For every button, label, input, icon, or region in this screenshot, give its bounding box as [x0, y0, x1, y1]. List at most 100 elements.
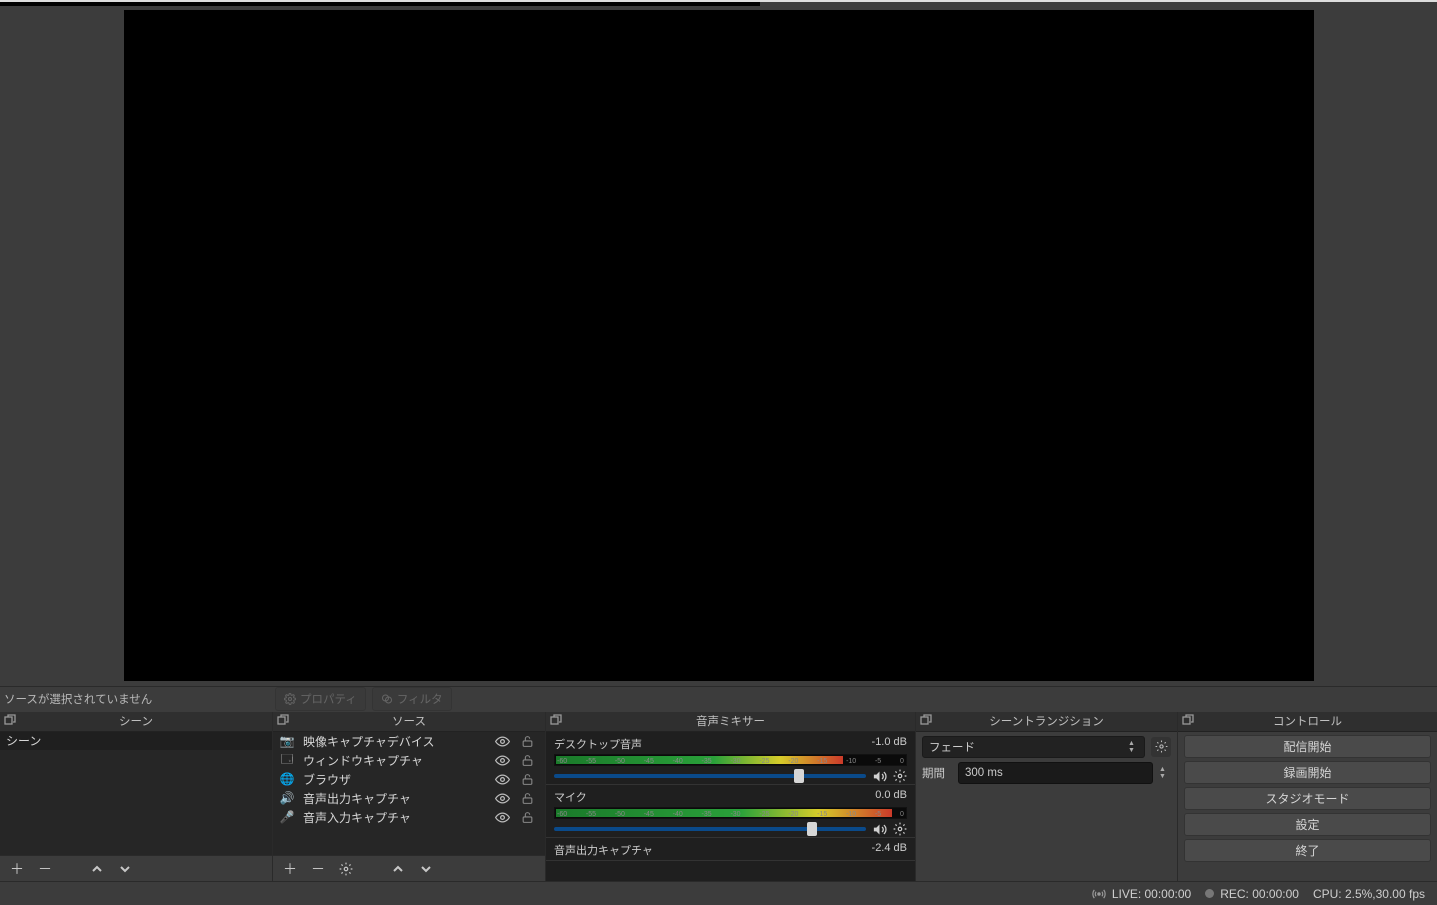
mixer-volume-slider[interactable]: [554, 774, 866, 778]
transitions-header[interactable]: シーントランジション: [916, 712, 1177, 732]
scenes-dock: シーン シーン ＋ －: [0, 712, 273, 881]
lock-toggle[interactable]: [521, 735, 539, 748]
mixer-volume-slider[interactable]: [554, 827, 866, 831]
gear-icon: [284, 693, 296, 705]
source-label: ブラウザ: [303, 771, 487, 788]
controls-header[interactable]: コントロール: [1178, 712, 1437, 732]
status-rec-text: REC: 00:00:00: [1220, 887, 1299, 901]
controls-dock: コントロール 配信開始録画開始スタジオモード設定終了: [1178, 712, 1437, 881]
transition-select[interactable]: フェード ▲▼: [922, 736, 1145, 758]
source-row[interactable]: 🔊 音声出力キャプチャ: [273, 789, 545, 808]
camera-icon: 📷: [279, 734, 295, 748]
scenes-list[interactable]: シーン: [0, 732, 272, 855]
popout-icon[interactable]: [277, 714, 291, 728]
control-button[interactable]: 終了: [1184, 839, 1431, 862]
status-cpu-text: CPU: 2.5%,30.00 fps: [1313, 887, 1425, 901]
status-cpu: CPU: 2.5%,30.00 fps: [1313, 887, 1425, 901]
visibility-toggle[interactable]: [495, 772, 513, 787]
transitions-body: フェード ▲▼ 期間 300 ms ▲▼: [916, 732, 1177, 881]
control-button[interactable]: スタジオモード: [1184, 787, 1431, 810]
source-down-button[interactable]: [417, 860, 435, 878]
properties-button[interactable]: プロパティ: [275, 687, 366, 711]
source-row[interactable]: 🌐 ブラウザ: [273, 770, 545, 789]
mixer-title: 音声ミキサー: [696, 713, 765, 729]
scenes-title: シーン: [119, 713, 153, 729]
mixer-channel: デスクトップ音声 -1.0 dB -60-55-50-45-40-35-30-25-…: [546, 732, 915, 785]
popout-icon[interactable]: [1182, 714, 1196, 728]
sources-dock: ソース 📷 映像キャプチャデバイス 🗔 ウィンドウキャプチャ 🌐 ブラウザ 🔊 …: [273, 712, 546, 881]
mixer-meter: -60-55-50-45-40-35-30-25-20-15-10-50: [554, 754, 907, 766]
mixer-channel-name: 音声出力キャプチャ: [554, 842, 653, 858]
speaker-icon[interactable]: [872, 769, 887, 784]
control-button[interactable]: 配信開始: [1184, 735, 1431, 758]
transition-selected-label: フェード: [929, 739, 975, 755]
source-properties-button[interactable]: [337, 860, 355, 878]
add-source-button[interactable]: ＋: [281, 860, 299, 878]
transitions-dock: シーントランジション フェード ▲▼ 期間 300 ms ▲▼: [916, 712, 1178, 881]
remove-scene-button[interactable]: －: [36, 860, 54, 878]
mixer-channel: マイク0.0 dB-60-55-50-45-40-35-30-25-20-15-…: [546, 785, 915, 838]
transition-properties-button[interactable]: [1151, 737, 1171, 757]
source-row[interactable]: 🗔 ウィンドウキャプチャ: [273, 751, 545, 770]
controls-title: コントロール: [1273, 713, 1342, 729]
filters-button-label: フィルタ: [397, 691, 443, 707]
scenes-header[interactable]: シーン: [0, 712, 272, 732]
status-rec: REC: 00:00:00: [1205, 887, 1299, 901]
preview-canvas[interactable]: [124, 10, 1314, 681]
duration-input[interactable]: 300 ms: [958, 762, 1153, 784]
visibility-toggle[interactable]: [495, 791, 513, 806]
duration-spinner[interactable]: ▲▼: [1159, 766, 1171, 780]
duration-value: 300 ms: [965, 767, 1003, 779]
popout-icon[interactable]: [550, 714, 564, 728]
properties-button-label: プロパティ: [300, 691, 357, 707]
status-live: LIVE: 00:00:00: [1092, 887, 1191, 901]
add-scene-button[interactable]: ＋: [8, 860, 26, 878]
popout-icon[interactable]: [4, 714, 18, 728]
control-button[interactable]: 録画開始: [1184, 761, 1431, 784]
filters-button[interactable]: フィルタ: [372, 687, 452, 711]
lock-toggle[interactable]: [521, 811, 539, 824]
mixer-channel-name: デスクトップ音声: [554, 736, 642, 752]
select-spinner-icon: ▲▼: [1128, 740, 1140, 754]
filter-icon: [381, 693, 393, 705]
visibility-toggle[interactable]: [495, 734, 513, 749]
visibility-toggle[interactable]: [495, 753, 513, 768]
source-label: 映像キャプチャデバイス: [303, 733, 487, 750]
mixer-channel-db: -1.0 dB: [872, 736, 907, 752]
speaker-icon[interactable]: [872, 822, 887, 837]
scene-up-button[interactable]: [88, 860, 106, 878]
mixer-header[interactable]: 音声ミキサー: [546, 712, 915, 732]
scene-row[interactable]: シーン: [0, 732, 272, 750]
status-bar: LIVE: 00:00:00 REC: 00:00:00 CPU: 2.5%,3…: [0, 881, 1437, 905]
sources-title: ソース: [392, 713, 426, 729]
sources-list[interactable]: 📷 映像キャプチャデバイス 🗔 ウィンドウキャプチャ 🌐 ブラウザ 🔊 音声出力…: [273, 732, 545, 855]
speaker-icon: 🔊: [279, 791, 295, 805]
lock-toggle[interactable]: [521, 792, 539, 805]
source-label: ウィンドウキャプチャ: [303, 752, 487, 769]
gear-icon[interactable]: [893, 769, 907, 784]
source-row[interactable]: 🎤 音声入力キャプチャ: [273, 808, 545, 827]
scenes-footer: ＋ －: [0, 855, 272, 881]
transitions-title: シーントランジション: [989, 713, 1103, 729]
controls-body: 配信開始録画開始スタジオモード設定終了: [1178, 732, 1437, 881]
mic-icon: 🎤: [279, 810, 295, 824]
sources-header[interactable]: ソース: [273, 712, 545, 732]
broadcast-icon: [1092, 887, 1106, 901]
source-row[interactable]: 📷 映像キャプチャデバイス: [273, 732, 545, 751]
control-button[interactable]: 設定: [1184, 813, 1431, 836]
lock-toggle[interactable]: [521, 773, 539, 786]
source-label: 音声入力キャプチャ: [303, 809, 487, 826]
visibility-toggle[interactable]: [495, 810, 513, 825]
scene-down-button[interactable]: [116, 860, 134, 878]
source-up-button[interactable]: [389, 860, 407, 878]
popout-icon[interactable]: [920, 714, 934, 728]
remove-source-button[interactable]: －: [309, 860, 327, 878]
record-dot-icon: [1205, 889, 1214, 898]
status-live-text: LIVE: 00:00:00: [1112, 887, 1191, 901]
gear-icon[interactable]: [893, 822, 907, 837]
mixer-meter: -60-55-50-45-40-35-30-25-20-15-10-50: [554, 807, 907, 819]
lock-toggle[interactable]: [521, 754, 539, 767]
mixer-channel-name: マイク: [554, 789, 587, 805]
mixer-channel-db: -2.4 dB: [872, 842, 907, 858]
mixer-dock: 音声ミキサー デスクトップ音声 -1.0 dB -60-55-50-45-40-35…: [546, 712, 916, 881]
